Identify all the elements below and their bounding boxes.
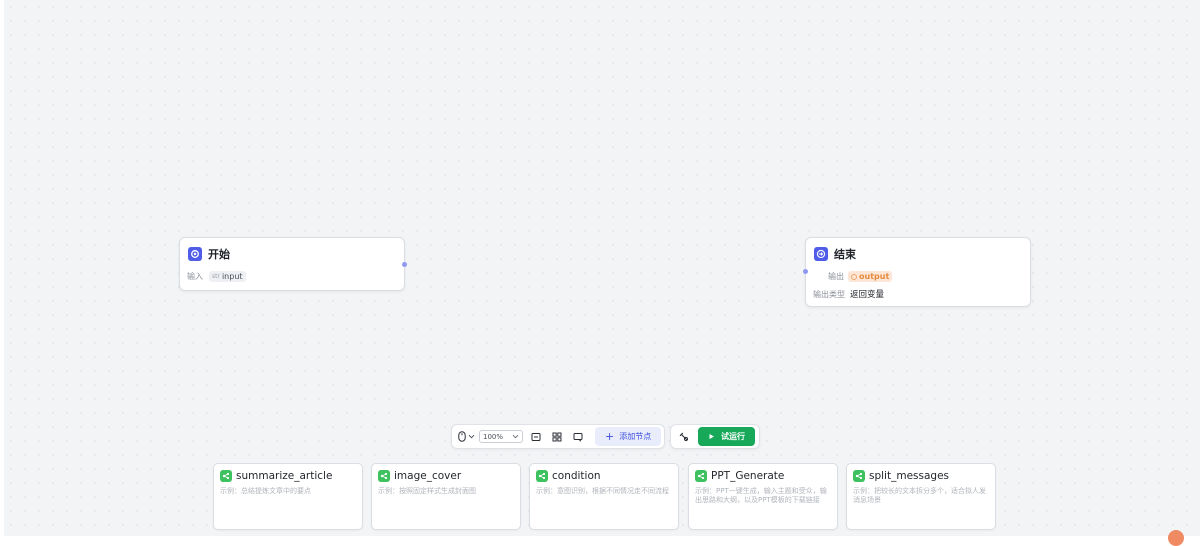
fit-view-button[interactable] xyxy=(531,432,541,442)
template-title: split_messages xyxy=(869,470,949,482)
end-input-port[interactable] xyxy=(803,269,808,274)
output-variable-tag: output xyxy=(848,271,893,282)
start-node-title: 开始 xyxy=(208,248,230,261)
template-title: summarize_article xyxy=(236,470,333,482)
zoom-value: 100% xyxy=(483,432,504,441)
add-node-button[interactable]: + 添加节点 xyxy=(595,427,662,446)
input-variable-tag: str input xyxy=(209,271,246,282)
output-variable-name: output xyxy=(859,272,890,281)
template-title: PPT_Generate xyxy=(711,470,785,482)
test-run-label: 试运行 xyxy=(721,432,745,441)
workflow-icon xyxy=(853,470,865,482)
template-card-summarize-article[interactable]: summarize_article 示例：总结提炼文章中的要点 xyxy=(213,463,363,530)
input-label: 输入 xyxy=(187,272,203,281)
workflow-icon xyxy=(378,470,390,482)
chevron-down-icon xyxy=(512,434,519,439)
start-node[interactable]: 开始 输入 str input xyxy=(179,237,405,291)
template-description: 示例：总结提炼文章中的要点 xyxy=(220,487,311,495)
fit-view-icon xyxy=(531,432,541,441)
template-description: 示例：把较长的文本拆分多个，适合拟人发消息场景 xyxy=(853,487,986,504)
template-description: 示例：按照固定样式生成封面图 xyxy=(378,487,476,495)
comment-icon xyxy=(573,432,583,442)
tools-button[interactable] xyxy=(679,432,689,442)
end-node-title: 结束 xyxy=(834,248,856,261)
workflow-icon xyxy=(536,470,548,482)
template-card-split-messages[interactable]: split_messages 示例：把较长的文本拆分多个，适合拟人发消息场景 xyxy=(846,463,996,530)
start-output-port[interactable] xyxy=(402,262,407,267)
template-description: 示例：意图识别，根据不同情况走不同流程 xyxy=(536,487,669,495)
zoom-select[interactable]: 100% xyxy=(479,430,523,443)
end-node[interactable]: 结束 输出 output 输出类型 返回变量 xyxy=(805,237,1031,307)
variable-name: input xyxy=(221,272,243,281)
tool-icon xyxy=(679,432,689,441)
floating-assistant-button[interactable] xyxy=(1168,530,1184,546)
mouse-icon xyxy=(458,431,466,442)
interaction-mode-button[interactable] xyxy=(458,431,475,442)
workflow-icon xyxy=(220,470,232,482)
template-title: condition xyxy=(552,470,601,482)
end-icon xyxy=(814,247,828,261)
template-title: image_cover xyxy=(394,470,462,482)
test-run-button[interactable]: 试运行 xyxy=(698,427,755,446)
output-type-value: 返回变量 xyxy=(850,290,885,300)
play-icon xyxy=(709,434,714,439)
run-toolbar: 试运行 xyxy=(670,424,760,449)
minimap-button[interactable] xyxy=(552,432,562,442)
comment-button[interactable] xyxy=(573,432,583,442)
add-node-label: 添加节点 xyxy=(619,432,652,441)
start-icon xyxy=(188,247,202,261)
canvas-toolbar: 100% + 添加节点 xyxy=(451,424,665,449)
template-card-image-cover[interactable]: image_cover 示例：按照固定样式生成封面图 xyxy=(371,463,521,530)
template-card-condition[interactable]: condition 示例：意图识别，根据不同情况走不同流程 xyxy=(529,463,679,530)
minimap-icon xyxy=(552,432,562,442)
variable-ref-icon xyxy=(851,273,857,280)
output-label: 输出 xyxy=(828,272,844,281)
variable-type: str xyxy=(212,273,220,280)
chevron-down-icon xyxy=(468,434,475,439)
template-description: 示例：PPT一键生成，输入主题和受众，输出思路和大纲，以及PPT模板的下载链接 xyxy=(695,487,827,504)
workflow-icon xyxy=(695,470,707,482)
output-type-label: 输出类型 xyxy=(813,289,845,299)
plus-icon: + xyxy=(605,430,615,443)
template-card-ppt-generate[interactable]: PPT_Generate 示例：PPT一键生成，输入主题和受众，输出思路和大纲，… xyxy=(688,463,838,530)
